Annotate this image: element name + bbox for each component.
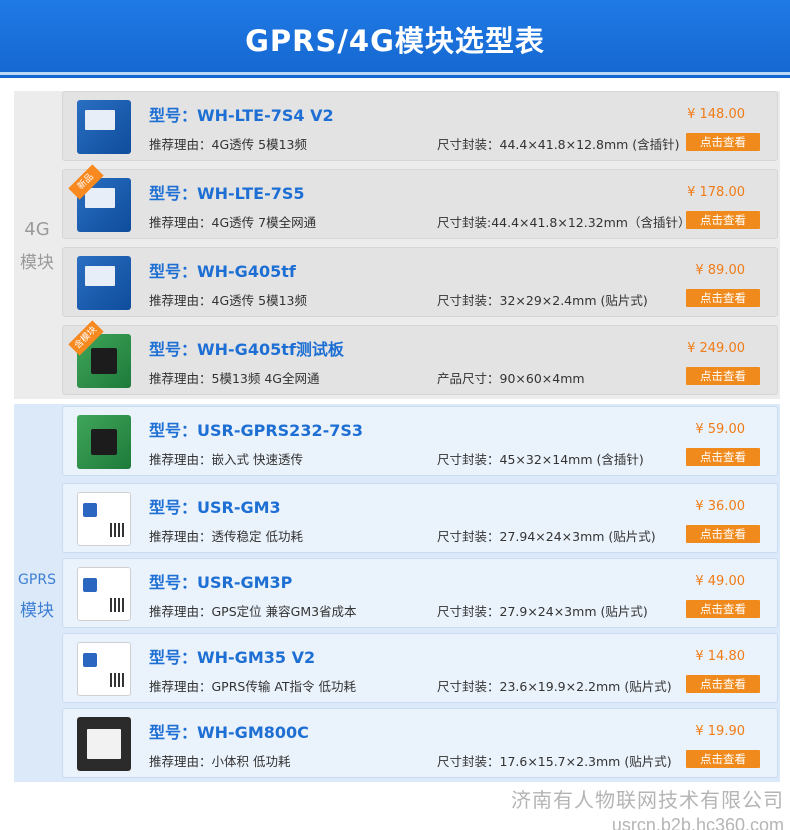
product-image <box>77 642 131 696</box>
product-model: 型号：WH-LTE-7S4 V2 <box>149 106 334 125</box>
product-reason: 推荐理由：GPRS传输 AT指令 低功耗 <box>149 679 357 694</box>
product-price: ¥ 19.90 <box>695 724 745 739</box>
product-size: 尺寸封装：44.4×41.8×12.8mm (含插针) <box>437 137 680 152</box>
view-details-button[interactable]: 点击查看 <box>686 289 760 307</box>
section-label-top: 4G <box>24 219 50 240</box>
product-model: 型号：USR-GM3P <box>149 573 293 592</box>
product-card-usr-gprs232-7s3: 型号：USR-GPRS232-7S3 ¥ 59.00 推荐理由：嵌入式 快速透传… <box>62 406 778 476</box>
product-size: 尺寸封装：45×32×14mm (含插针) <box>437 452 644 467</box>
section-4g: 4G 模块 型号：WH-LTE-7S4 V2 ¥ 148.00 推荐理由：4G透… <box>14 91 780 399</box>
product-model: 型号：WH-GM800C <box>149 723 309 742</box>
product-model: 型号：WH-LTE-7S5 <box>149 184 305 203</box>
view-details-button[interactable]: 点击查看 <box>686 211 760 229</box>
product-image <box>77 100 131 154</box>
product-image <box>77 415 131 469</box>
product-model: 型号：WH-G405tf <box>149 262 296 281</box>
view-details-button[interactable]: 点击查看 <box>686 525 760 543</box>
product-reason: 推荐理由：4G透传 5模13频 <box>149 137 307 152</box>
page-header: GPRS/4G模块选型表 <box>0 0 790 78</box>
product-reason: 推荐理由：GPS定位 兼容GM3省成本 <box>149 604 357 619</box>
product-reason: 推荐理由：嵌入式 快速透传 <box>149 452 303 467</box>
product-size: 产品尺寸：90×60×4mm <box>437 371 585 386</box>
product-model: 型号：WH-GM35 V2 <box>149 648 316 667</box>
product-card-usr-gm3: 型号：USR-GM3 ¥ 36.00 推荐理由：透传稳定 低功耗 尺寸封装：27… <box>62 483 778 553</box>
product-image <box>77 492 131 546</box>
product-model: 型号：WH-G405tf测试板 <box>149 340 344 359</box>
product-size: 尺寸封装：17.6×15.7×2.3mm (贴片式) <box>437 754 672 769</box>
watermark: 济南有人物联网技术有限公司 usrcn.b2b.hc360.com <box>511 784 784 830</box>
section-label-bottom: 模块 <box>20 601 54 621</box>
product-reason: 推荐理由：5模13频 4G全网通 <box>149 371 320 386</box>
product-reason: 推荐理由：4G透传 5模13频 <box>149 293 307 308</box>
product-price: ¥ 49.00 <box>695 574 745 589</box>
product-size: 尺寸封装：23.6×19.9×2.2mm (贴片式) <box>437 679 672 694</box>
product-image <box>77 717 131 771</box>
product-card-wh-g405tf-test-board: 含模块 型号：WH-G405tf测试板 ¥ 249.00 推荐理由：5模13频 … <box>62 320 778 395</box>
section-label-top: GPRS <box>18 572 56 588</box>
view-details-button[interactable]: 点击查看 <box>686 367 760 385</box>
page-title: GPRS/4G模块选型表 <box>245 24 545 58</box>
product-reason: 推荐理由：小体积 低功耗 <box>149 754 291 769</box>
section-label-gprs: GPRS 模块 <box>14 572 60 621</box>
product-card-wh-g405tf: 型号：WH-G405tf ¥ 89.00 推荐理由：4G透传 5模13频 尺寸封… <box>62 247 778 317</box>
product-size: 尺寸封装:44.4×41.8×12.32mm（含插针） <box>437 215 691 230</box>
product-card-wh-gm35: 型号：WH-GM35 V2 ¥ 14.80 推荐理由：GPRS传输 AT指令 低… <box>62 633 778 703</box>
product-card-usr-gm3p: 型号：USR-GM3P ¥ 49.00 推荐理由：GPS定位 兼容GM3省成本 … <box>62 558 778 628</box>
product-image <box>77 256 131 310</box>
section-label-bottom: 模块 <box>20 253 54 273</box>
product-model: 型号：USR-GM3 <box>149 498 281 517</box>
product-card-wh-lte-7s5: 新品 型号：WH-LTE-7S5 ¥ 178.00 推荐理由：4G透传 7模全网… <box>62 164 778 239</box>
product-card-wh-gm800c: 型号：WH-GM800C ¥ 19.90 推荐理由：小体积 低功耗 尺寸封装：1… <box>62 708 778 778</box>
product-price: ¥ 148.00 <box>687 107 745 122</box>
product-size: 尺寸封装：27.9×24×3mm (贴片式) <box>437 604 648 619</box>
watermark-url: usrcn.b2b.hc360.com <box>611 815 784 830</box>
product-reason: 推荐理由：透传稳定 低功耗 <box>149 529 303 544</box>
header-divider <box>0 72 790 75</box>
product-model: 型号：USR-GPRS232-7S3 <box>149 421 364 440</box>
view-details-button[interactable]: 点击查看 <box>686 750 760 768</box>
section-gprs: GPRS 模块 型号：USR-GPRS232-7S3 ¥ 59.00 推荐理由：… <box>14 404 780 782</box>
product-price: ¥ 89.00 <box>695 263 745 278</box>
view-details-button[interactable]: 点击查看 <box>686 133 760 151</box>
watermark-company: 济南有人物联网技术有限公司 <box>511 790 784 812</box>
product-price: ¥ 36.00 <box>695 499 745 514</box>
view-details-button[interactable]: 点击查看 <box>686 675 760 693</box>
product-price: ¥ 59.00 <box>695 422 745 437</box>
product-price: ¥ 14.80 <box>695 649 745 664</box>
view-details-button[interactable]: 点击查看 <box>686 448 760 466</box>
product-reason: 推荐理由：4G透传 7模全网通 <box>149 215 317 230</box>
product-card-wh-lte-7s4: 型号：WH-LTE-7S4 V2 ¥ 148.00 推荐理由：4G透传 5模13… <box>62 91 778 161</box>
product-image <box>77 567 131 621</box>
product-size: 尺寸封装：27.94×24×3mm (贴片式) <box>437 529 656 544</box>
product-size: 尺寸封装：32×29×2.4mm (贴片式) <box>437 293 648 308</box>
section-label-4g: 4G 模块 <box>14 219 60 273</box>
view-details-button[interactable]: 点击查看 <box>686 600 760 618</box>
product-price: ¥ 249.00 <box>687 341 745 356</box>
product-price: ¥ 178.00 <box>687 185 745 200</box>
